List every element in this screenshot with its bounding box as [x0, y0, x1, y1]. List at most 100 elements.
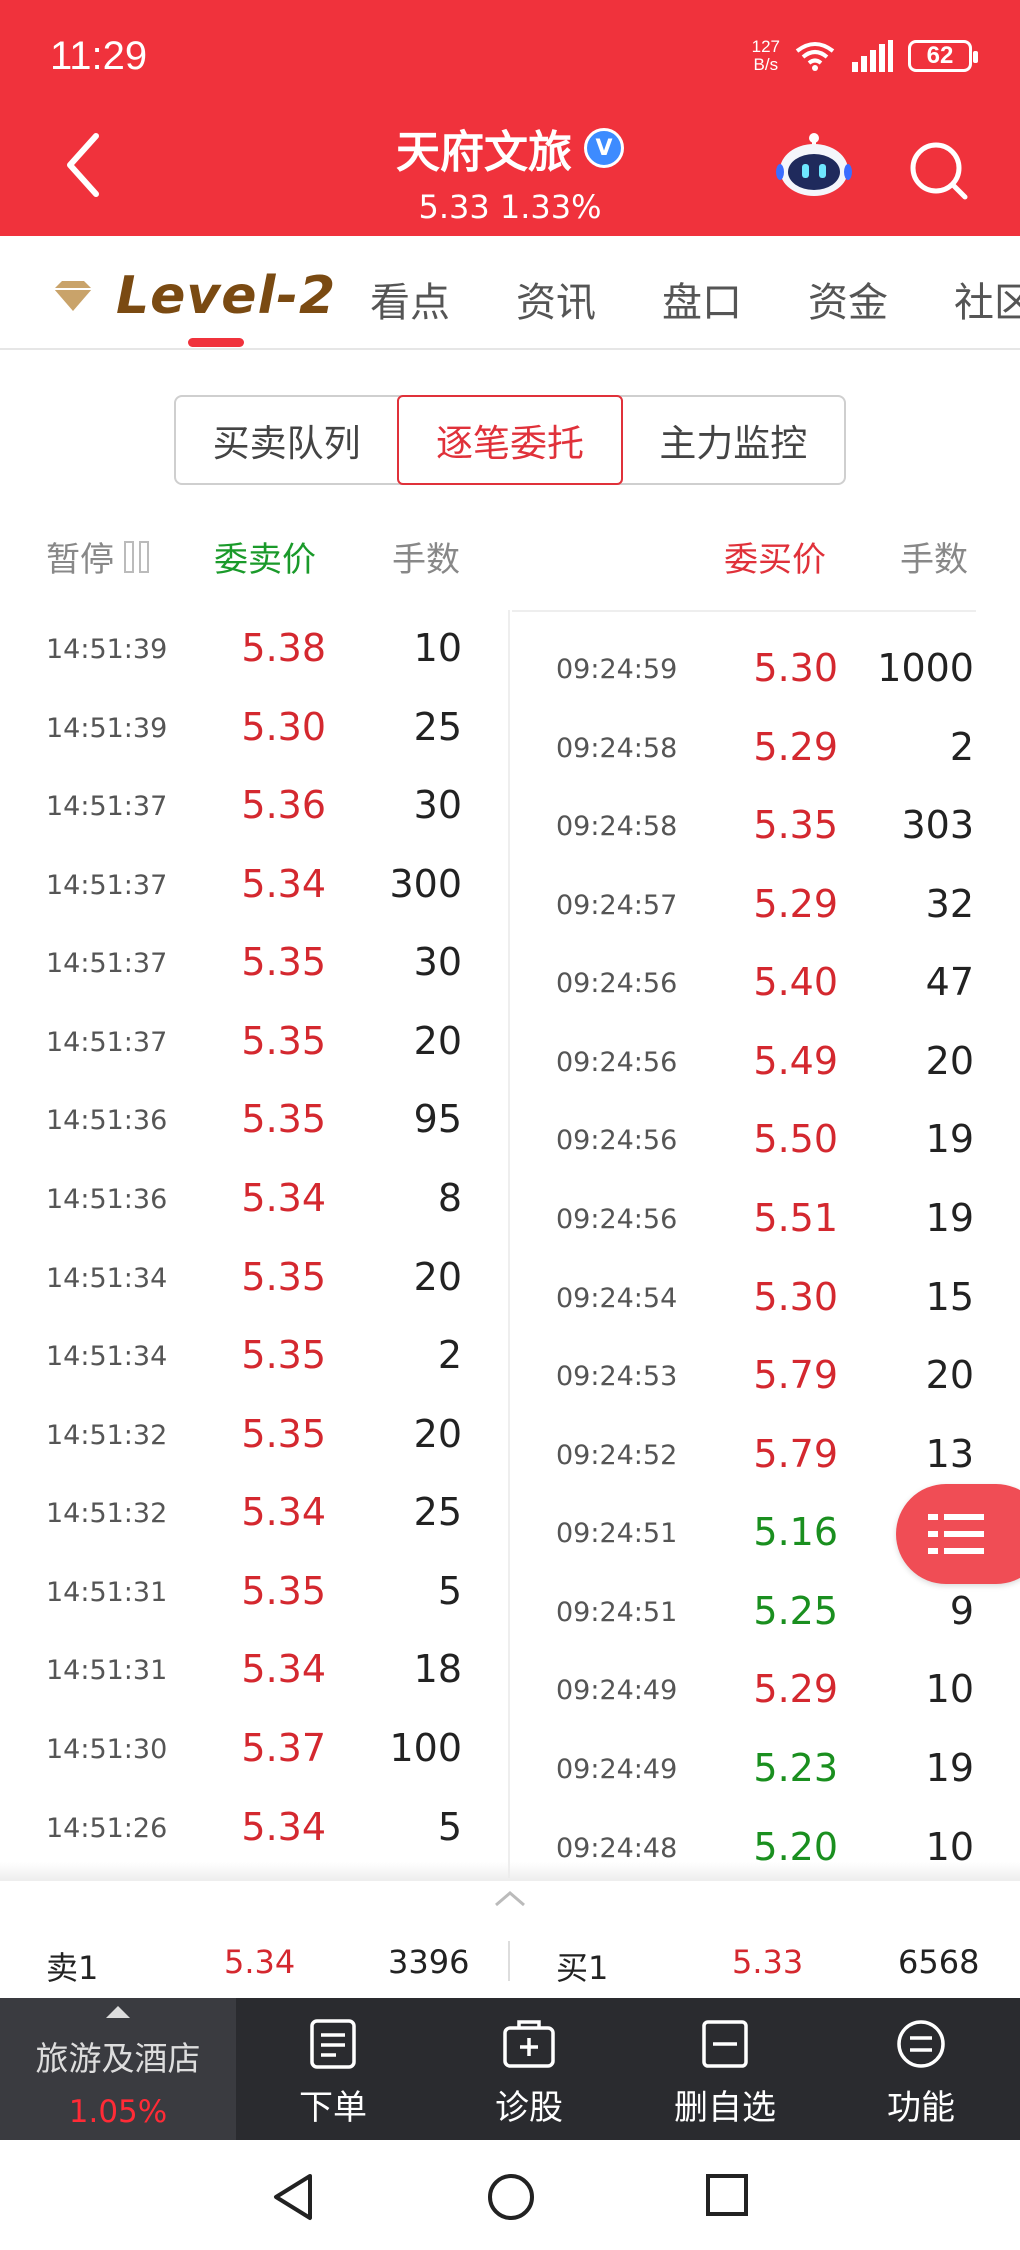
- segment-queue[interactable]: 买卖队列: [176, 397, 397, 483]
- order-row: 14:51:36 5.35 95: [0, 1083, 510, 1162]
- order-qty: 20: [413, 1254, 462, 1299]
- diamond-icon: [54, 281, 92, 311]
- order-qty: 30: [413, 783, 462, 828]
- order-price: 5.30: [753, 1274, 838, 1319]
- order-time: 14:51:30: [46, 1734, 168, 1766]
- order-qty: 19: [925, 1196, 974, 1240]
- ai-assistant-button[interactable]: [776, 130, 852, 204]
- order-time: 14:51:37: [46, 948, 168, 980]
- order-qty: 300: [389, 861, 462, 906]
- order-price: 5.25: [753, 1588, 838, 1633]
- order-time: 09:24:58: [556, 732, 678, 764]
- order-row: 14:51:30 5.37 100: [0, 1712, 510, 1791]
- order-row: 14:51:37 5.36 30: [0, 769, 510, 848]
- tab-highlights[interactable]: 看点: [370, 270, 450, 328]
- order-time: 14:51:39: [46, 634, 168, 665]
- menu-circle-icon: [897, 2020, 945, 2068]
- order-row: 09:24:51 5.25 9: [510, 1575, 1020, 1654]
- order-qty: 19: [925, 1117, 974, 1162]
- diagnose-button[interactable]: 诊股: [444, 2018, 614, 2129]
- column-buy-price: 委买价: [724, 540, 826, 580]
- expand-button[interactable]: [492, 1889, 528, 1913]
- functions-label: 功能: [887, 2088, 955, 2128]
- order-qty: 15: [925, 1274, 974, 1319]
- order-price: 5.29: [753, 881, 838, 926]
- order-price: 5.35: [241, 1018, 326, 1063]
- segment-main-monitor[interactable]: 主力监控: [623, 397, 844, 483]
- system-home-button[interactable]: [486, 2172, 536, 2226]
- bid1-price: 5.33: [732, 1943, 804, 1981]
- diagnose-label: 诊股: [495, 2088, 563, 2128]
- order-label: 下单: [299, 2088, 367, 2128]
- order-row: 14:51:34 5.35 20: [0, 1241, 510, 1320]
- system-recents-button[interactable]: [704, 2172, 750, 2222]
- order-row: 09:24:59 5.30 1000: [510, 632, 1020, 711]
- order-qty: 20: [925, 1353, 974, 1398]
- stock-name: 天府文旅: [396, 127, 572, 178]
- order-row: 09:24:54 5.30 15: [510, 1261, 1020, 1340]
- order-time: 14:51:31: [46, 1576, 168, 1608]
- order-price: 5.49: [753, 1038, 838, 1083]
- order-price: 5.79: [753, 1431, 838, 1476]
- order-price: 5.36: [241, 783, 326, 828]
- list-menu-icon: [928, 1514, 984, 1554]
- order-qty: 1000: [877, 646, 974, 690]
- bid1-qty: 6568: [898, 1943, 980, 1981]
- order-row: 14:51:39 5.30 25: [0, 691, 510, 770]
- segment-control: 买卖队列 逐笔委托 主力监控: [174, 395, 846, 485]
- remove-watchlist-button[interactable]: 删自选: [640, 2018, 810, 2129]
- order-time: 09:24:57: [556, 889, 678, 921]
- network-speed: 127 B/s: [752, 38, 780, 74]
- ask1-qty: 3396: [388, 1943, 470, 1981]
- order-time: 09:24:53: [556, 1361, 678, 1393]
- order-price: 5.34: [241, 1490, 326, 1535]
- order-qty: 32: [925, 881, 974, 926]
- order-row: 09:24:56 5.40 47: [510, 946, 1020, 1025]
- floating-list-button[interactable]: [896, 1484, 1020, 1584]
- order-price: 5.35: [241, 1411, 326, 1456]
- order-qty: 30: [413, 940, 462, 985]
- sector-button[interactable]: 旅游及酒店 1.05%: [0, 1998, 236, 2140]
- remove-square-icon: [702, 2020, 748, 2068]
- tab-funds[interactable]: 资金: [808, 270, 888, 328]
- battery-icon: 62: [908, 40, 978, 72]
- tab-order-book[interactable]: 盘口: [662, 270, 742, 328]
- order-row: 09:24:58 5.29 2: [510, 711, 1020, 790]
- stock-quote: 5.33 1.33%: [418, 188, 602, 226]
- app-root: 11:29 127 B/s 62 天府文旅 V 5.33 1.33% Level…: [0, 0, 1020, 2250]
- order-row: 14:51:39 5.38 10: [0, 612, 510, 691]
- tab-level2[interactable]: Level-2: [52, 266, 336, 326]
- signal-icon: [852, 40, 893, 72]
- list-fade: [0, 1862, 1020, 1882]
- search-button[interactable]: [908, 140, 970, 206]
- order-qty: 95: [413, 1097, 462, 1142]
- order-time: 09:24:48: [556, 1832, 678, 1864]
- order-time: 14:51:37: [46, 869, 168, 901]
- order-price: 5.35: [241, 1254, 326, 1299]
- search-icon: [910, 142, 968, 200]
- order-time: 14:51:32: [46, 1498, 168, 1530]
- order-time: 09:24:51: [556, 1518, 678, 1550]
- system-back-button[interactable]: [270, 2172, 316, 2226]
- order-row: 14:51:26 5.34 5: [0, 1791, 510, 1870]
- order-row: 09:24:49 5.29 10: [510, 1653, 1020, 1732]
- order-qty: 13: [925, 1431, 974, 1476]
- order-time: 09:24:59: [556, 654, 678, 685]
- order-price: 5.34: [241, 861, 326, 906]
- pause-icon: [124, 540, 149, 573]
- order-price: 5.38: [241, 626, 326, 670]
- order-row: 09:24:56 5.49 20: [510, 1025, 1020, 1104]
- divider: [512, 610, 976, 612]
- order-qty: 10: [925, 1667, 974, 1712]
- circle-home-icon: [488, 2174, 534, 2220]
- tab-community[interactable]: 社区: [954, 270, 1020, 328]
- functions-button[interactable]: 功能: [836, 2018, 1006, 2129]
- order-button[interactable]: 下单: [248, 2018, 418, 2129]
- order-time: 09:24:56: [556, 1046, 678, 1078]
- order-price: 5.35: [753, 803, 838, 848]
- pause-toggle[interactable]: 暂停: [46, 532, 149, 581]
- segment-tick-orders[interactable]: 逐笔委托: [397, 395, 623, 485]
- tab-news[interactable]: 资讯: [516, 270, 596, 328]
- order-row: 09:24:56 5.50 19: [510, 1103, 1020, 1182]
- order-qty: 8: [437, 1176, 462, 1220]
